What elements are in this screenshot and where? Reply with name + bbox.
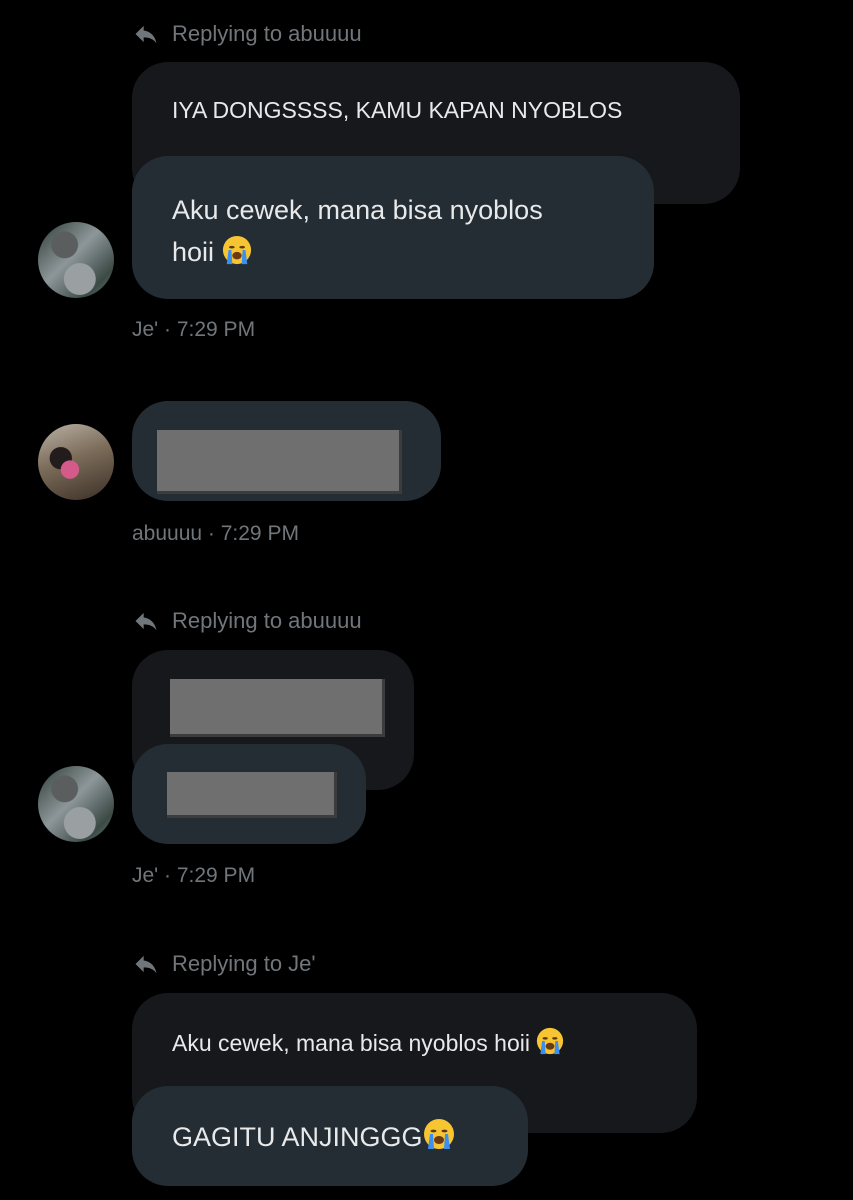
- reply-arrow-icon: [135, 25, 157, 44]
- reply-indicator: Replying to abuuuu: [132, 607, 362, 635]
- avatar[interactable]: [38, 424, 114, 500]
- quoted-message-fragment: Aku cewek, mana bisa nyoblos hoii: [172, 1030, 530, 1056]
- reply-indicator: Replying to Je': [132, 950, 316, 978]
- loudly-crying-face-icon: [536, 1027, 564, 1055]
- reply-label: Replying to abuuuu: [172, 608, 362, 633]
- redacted-block: [157, 430, 402, 494]
- avatar[interactable]: [38, 766, 114, 842]
- reply-label: Replying to abuuuu: [172, 21, 362, 46]
- quoted-message-text: Aku cewek, mana bisa nyoblos hoii: [172, 1027, 564, 1057]
- quoted-message-text: IYA DONGSSSS, KAMU KAPAN NYOBLOS: [172, 97, 623, 123]
- message-text: Aku cewek, mana bisa nyoblos hoii: [172, 189, 543, 273]
- message-meta: abuuuu · 7:29 PM: [132, 522, 299, 545]
- reply-arrow-icon: [135, 612, 157, 631]
- message-meta: Je' · 7:29 PM: [132, 864, 256, 887]
- reply-arrow-icon: [135, 955, 157, 974]
- message-meta: Je' · 7:29 PM: [132, 318, 256, 341]
- message-text-line: Aku cewek, mana bisa nyoblos: [172, 195, 543, 225]
- avatar[interactable]: [38, 222, 114, 298]
- reply-indicator: Replying to abuuuu: [132, 20, 362, 48]
- loudly-crying-face-icon: [423, 1118, 455, 1150]
- loudly-crying-face-icon: [222, 235, 252, 265]
- message-text: GAGITU ANJINGGG: [172, 1116, 455, 1158]
- redacted-block: [170, 679, 385, 737]
- message-text-line-2: hoii: [172, 231, 543, 273]
- redacted-block: [167, 772, 337, 818]
- reply-label: Replying to Je': [172, 951, 316, 976]
- message-text-fragment: GAGITU ANJINGGG: [172, 1122, 423, 1152]
- message-text-fragment: hoii: [172, 237, 215, 267]
